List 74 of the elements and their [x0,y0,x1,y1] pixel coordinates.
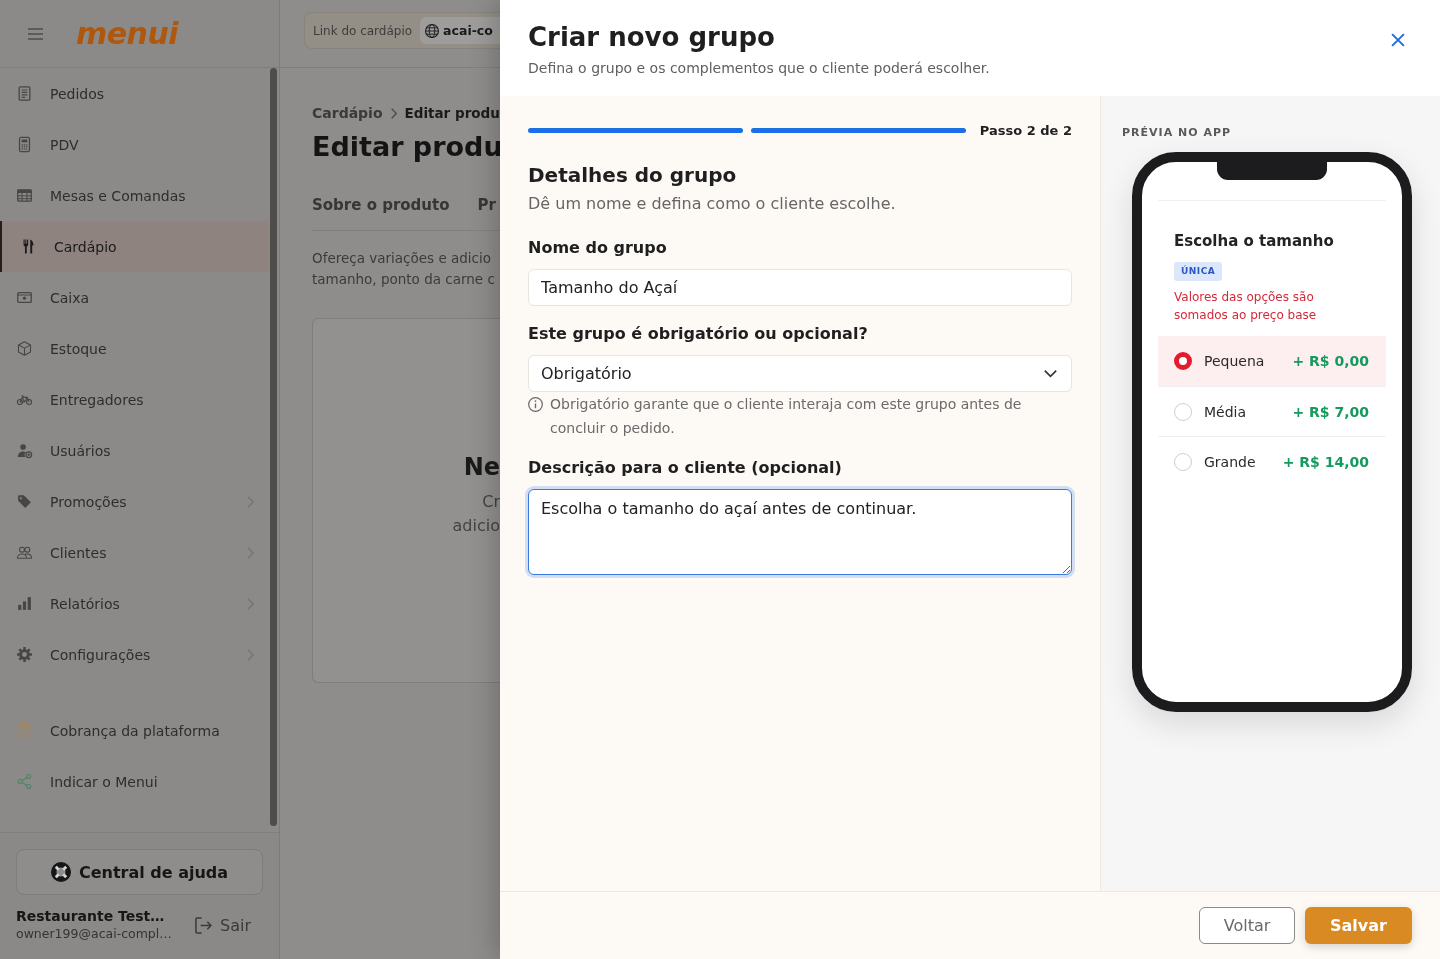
box-icon [16,340,33,357]
empty-state-text: Cr adicio [451,491,500,537]
menu-link-chip[interactable]: acai-co [420,17,500,44]
grid-icon [16,187,33,204]
section-subtitle: Dê um nome e defina como o cliente escolhe. [528,193,897,215]
close-icon [1391,33,1405,47]
option-price: + R$ 0,00 [1292,353,1369,369]
back-button[interactable]: Voltar [1199,907,1295,944]
sidebar-item[interactable]: Mesas e Comandas [0,170,269,221]
globe-icon [425,23,440,38]
document-icon [16,85,33,102]
banknote-icon [16,289,33,306]
hint-text: Obrigatório garante que o cliente interaja com este grupo antes de concluir o pedido. [550,395,1023,438]
sidebar-item[interactable]: Estoque [0,323,269,374]
sidebar-item[interactable]: Relatórios [0,578,269,629]
menu-link-label: Link do cardápio [313,23,413,38]
preview-title: Escolha o tamanho [1174,231,1335,251]
user-add-icon [16,442,33,459]
drawer-subtitle: Defina o grupo e os complementos que o cliente poderá escolher. [528,59,990,78]
calculator-icon [16,136,33,153]
info-icon [528,396,543,412]
sidebar-item[interactable]: Cardápio [0,221,269,272]
step-label: Passo 2 de 2 [979,122,1072,138]
user-email: owner199@acai-compl… [16,925,172,942]
field-label: Nome do grupo [528,237,668,259]
page-title: Editar produ [312,130,500,164]
field-label: Descrição para o cliente (opcional) [528,457,843,479]
option-label: Média [1204,403,1247,420]
sidebar-item[interactable]: Pedidos [0,68,269,119]
menu-icon[interactable] [28,27,43,40]
sidebar-item[interactable]: Entregadores [0,374,269,425]
preview-label: PRÉVIA NO APP [1122,126,1233,140]
input-field[interactable]: Tamanho do Açaí [528,269,1072,306]
drawer-title: Criar novo grupo [528,21,776,53]
empty-state-title: Ne [462,452,500,482]
breadcrumb-current: Editar produ [404,104,500,122]
help-button[interactable]: Central de ajuda [16,849,263,895]
section-title: Detalhes do grupo [528,163,738,187]
scrollbar-thumb[interactable] [270,68,277,826]
option-label: Grande [1204,453,1256,470]
user-name: Restaurante Test… [16,908,166,925]
share-icon [16,773,33,790]
sidebar-item[interactable]: PDV [0,119,269,170]
chevron-down-icon [1044,369,1057,378]
breadcrumb-link[interactable]: Cardápio [312,104,383,122]
users-icon [16,544,33,561]
sidebar-item[interactable]: Indicar o Menui [0,756,269,807]
tag-icon [16,493,33,510]
chevron-right-icon [390,107,397,119]
clipboard-icon [16,722,33,739]
sidebar-item[interactable]: Caixa [0,272,269,323]
tab[interactable]: Pr [477,194,496,216]
sidebar-item[interactable]: Configurações [0,629,269,680]
description-text: Ofereça variações e adicio tamanho, ponto da carne c [312,249,496,289]
tab[interactable]: Sobre o produto [312,194,450,216]
sidebar-item[interactable]: Clientes [0,527,269,578]
option-label: Pequena [1204,353,1265,369]
selection-type-badge: ÚNICA [1174,262,1223,281]
save-button[interactable]: Salvar [1305,907,1412,944]
preview-note: Valores das opções são somados ao preço base [1174,289,1318,324]
option-price: + R$ 7,00 [1292,403,1369,420]
bar-chart-icon [16,595,33,612]
lifebuoy-icon [50,862,71,882]
option-price: + R$ 14,00 [1282,453,1369,470]
textarea-field[interactable]: Escolha o tamanho do açaí antes de continuar. [528,489,1072,575]
field-label: Este grupo é obrigatório ou opcional? [528,323,869,345]
logo: menui [76,15,179,52]
select-field[interactable]: Obrigatório [528,355,1072,392]
sidebar-item[interactable]: Cobrança da plataforma [0,705,269,756]
sidebar-item[interactable]: Usuários [0,425,269,476]
sidebar-item[interactable]: Promoções [0,476,269,527]
logout-button[interactable]: Sair [195,915,263,935]
logout-icon [195,916,212,934]
settings-icon [16,646,33,663]
